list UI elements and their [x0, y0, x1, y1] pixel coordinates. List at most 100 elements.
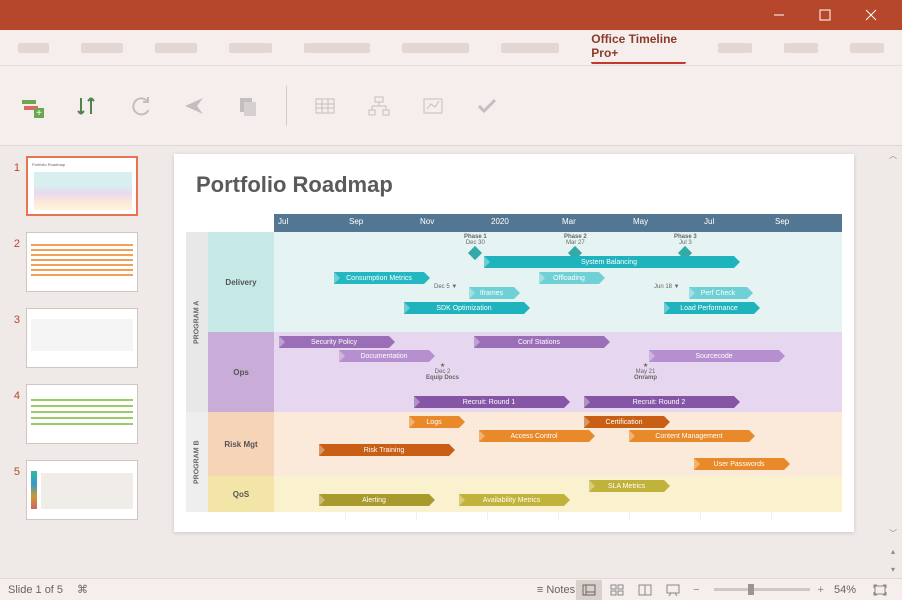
roadmap-chart: JulSepNov2020MarMayJulSep PROGRAM A Deli… [186, 214, 842, 520]
thumb-number: 1 [6, 156, 20, 174]
bar-avail: Availability Metrics [459, 494, 564, 506]
thumb-number: 4 [6, 384, 20, 402]
ribbon-tabs: Office Timeline Pro+ [0, 30, 902, 66]
ribbon-tab-placeholder[interactable] [18, 43, 49, 53]
lane-ops-label: Ops [208, 332, 274, 412]
sorter-view-button[interactable] [604, 580, 630, 600]
thumb-number: 5 [6, 460, 20, 478]
slide-thumbnail-1[interactable]: Portfolio Roadmap [26, 156, 138, 216]
workspace: 1 Portfolio Roadmap 2 3 4 5 ︿ Portfolio R… [0, 146, 902, 578]
timescale-tick: Sep [345, 214, 416, 232]
reading-view-button[interactable] [632, 580, 658, 600]
slide-title: Portfolio Roadmap [196, 172, 393, 198]
bar-recruit2: Recruit: Round 2 [584, 396, 734, 408]
swimlane-qos: QoS SLA Metrics Alerting Availability Me… [186, 476, 842, 512]
milestone-dec5: Dec 5 ▼ [434, 284, 457, 290]
timescale-tick: May [629, 214, 700, 232]
slideshow-button[interactable] [660, 580, 686, 600]
next-slide-button[interactable]: ▾ [884, 560, 902, 578]
title-bar [0, 0, 902, 30]
lane-delivery-body: Phase 1Dec 30 Phase 2Mar 27 Phase 3Jul 3… [274, 232, 842, 332]
bar-iframes: Iframes [469, 287, 514, 299]
lane-qos-label: QoS [208, 476, 274, 512]
copy-button[interactable] [232, 90, 264, 122]
vertical-scrollbar[interactable]: ︿ [884, 146, 902, 520]
bar-certification: Certification [584, 416, 664, 428]
ribbon-tab-placeholder[interactable] [784, 43, 818, 53]
zoom-level: 54% [834, 584, 856, 596]
new-timeline-button[interactable]: + [16, 90, 48, 122]
swimlane-ops: Ops Security Policy Conf Stations Docume… [186, 332, 842, 412]
prev-slide-button[interactable]: ▴ [884, 542, 902, 560]
ribbon-tab-office-timeline[interactable]: Office Timeline Pro+ [591, 32, 685, 64]
ribbon-tab-placeholder[interactable] [718, 43, 752, 53]
scroll-down-button[interactable]: ﹀ [884, 524, 902, 542]
accept-button[interactable] [471, 90, 503, 122]
ribbon-tab-placeholder[interactable] [501, 43, 559, 53]
timescale-tick: Mar [558, 214, 629, 232]
milestone-onramp: ★May 21Onramp [634, 362, 657, 381]
bar-content: Content Management [629, 430, 749, 442]
toolbar: + [0, 66, 902, 146]
slide-thumbnail-3[interactable] [26, 308, 138, 368]
sync-button[interactable] [124, 90, 156, 122]
bar-sla: SLA Metrics [589, 480, 664, 492]
share-button[interactable] [178, 90, 210, 122]
bar-system-balancing: System Balancing [484, 256, 734, 268]
bar-consumption: Consumption Metrics [334, 272, 424, 284]
lane-qos-body: SLA Metrics Alerting Availability Metric… [274, 476, 842, 512]
ribbon-tab-placeholder[interactable] [402, 43, 469, 53]
thumb-number: 2 [6, 232, 20, 250]
nav-buttons: ﹀ ▴ ▾ [884, 524, 902, 578]
ribbon-tab-placeholder[interactable] [304, 43, 371, 53]
slide-thumbnail-4[interactable] [26, 384, 138, 444]
maximize-button[interactable] [802, 0, 848, 30]
slide[interactable]: Portfolio Roadmap JulSepNov2020MarMayJul… [174, 154, 854, 532]
lane-ops-body: Security Policy Conf Stations Documentat… [274, 332, 842, 412]
ribbon-tab-placeholder[interactable] [81, 43, 123, 53]
status-bar: Slide 1 of 5 ⌘ ≡ Notes − + 54% [0, 578, 902, 600]
ribbon-tab-placeholder[interactable] [155, 43, 197, 53]
table-view-button[interactable] [309, 90, 341, 122]
bar-sdk: SDK Optimization [404, 302, 524, 314]
lane-risk-label: Risk Mgt [208, 412, 274, 476]
scroll-up-button[interactable]: ︿ [884, 146, 902, 164]
notes-button[interactable]: ≡ Notes [537, 584, 575, 596]
zoom-in-button[interactable]: + [818, 584, 824, 596]
hierarchy-button[interactable] [363, 90, 395, 122]
bar-alerting: Alerting [319, 494, 429, 506]
swimlane-delivery: PROGRAM A Delivery Phase 1Dec 30 Phase 2… [186, 232, 842, 332]
bar-sourcecode: Sourcecode [649, 350, 779, 362]
bar-recruit1: Recruit: Round 1 [414, 396, 564, 408]
normal-view-button[interactable] [576, 580, 602, 600]
thumbnail-panel: 1 Portfolio Roadmap 2 3 4 5 [0, 146, 150, 578]
toolbar-separator [286, 86, 287, 126]
lane-delivery-label: Delivery [208, 232, 274, 332]
fit-button[interactable] [867, 580, 893, 600]
bar-security: Security Policy [279, 336, 389, 348]
thumb-number: 3 [6, 308, 20, 326]
close-button[interactable] [848, 0, 894, 30]
timescale-tick: Sep [771, 214, 842, 232]
slide-thumbnail-2[interactable] [26, 232, 138, 292]
slide-thumbnail-5[interactable] [26, 460, 138, 520]
slide-canvas-area: ︿ Portfolio Roadmap JulSepNov2020MarMayJ… [150, 146, 902, 578]
zoom-out-button[interactable]: − [693, 584, 699, 596]
notes-icon[interactable]: ⌘ [77, 583, 88, 596]
zoom-slider[interactable] [714, 588, 810, 591]
ribbon-tab-placeholder[interactable] [229, 43, 271, 53]
bar-offloading: Offloading [539, 272, 599, 284]
bar-access: Access Control [479, 430, 589, 442]
chart-button[interactable] [417, 90, 449, 122]
minimize-button[interactable] [756, 0, 802, 30]
bar-documentation: Documentation [339, 350, 429, 362]
bar-conf: Conf Stations [474, 336, 604, 348]
timescale-tick: Jul [700, 214, 771, 232]
bar-risk: Risk Training [319, 444, 449, 456]
timescale: JulSepNov2020MarMayJulSep [274, 214, 842, 232]
sort-button[interactable] [70, 90, 102, 122]
bar-perf-check: Perf Check [689, 287, 747, 299]
timescale-tick: Jul [274, 214, 345, 232]
ribbon-tab-placeholder[interactable] [850, 43, 884, 53]
bar-load-perf: Load Performance [664, 302, 754, 314]
